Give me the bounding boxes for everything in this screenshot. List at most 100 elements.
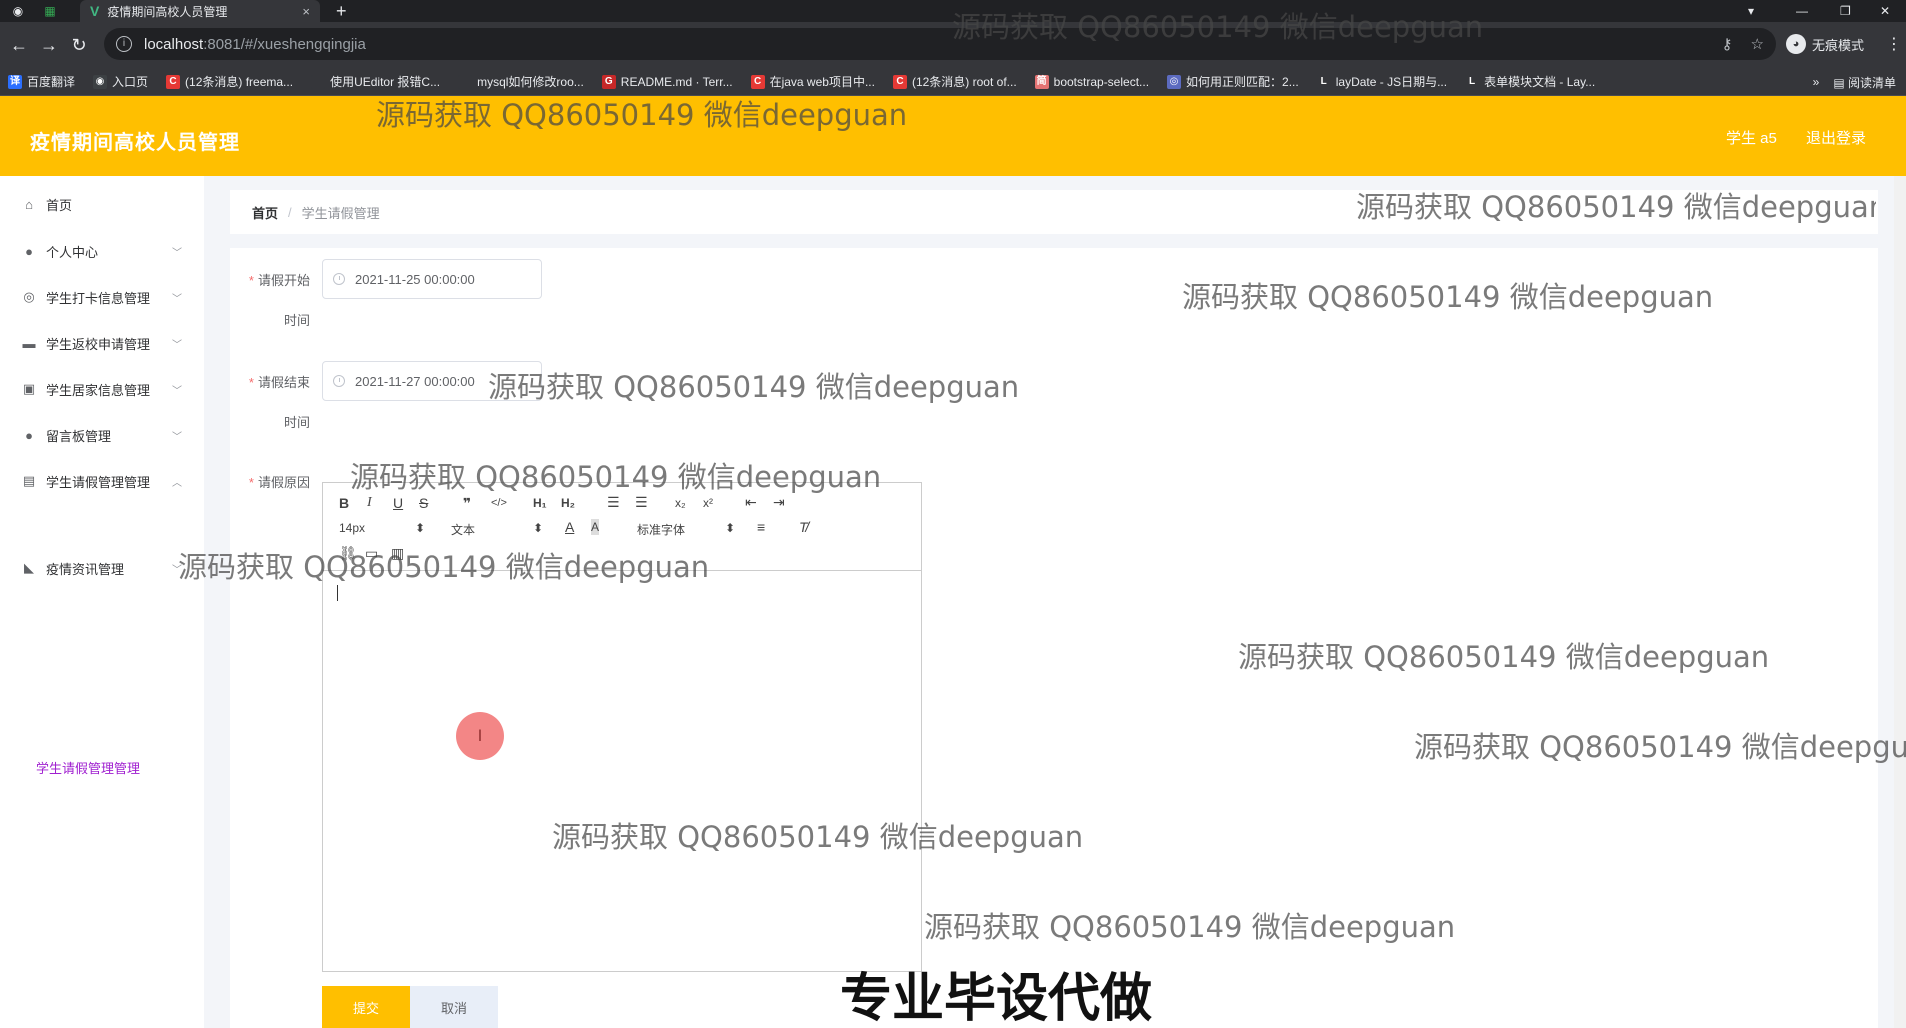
watermark: 源码获取 QQ86050149 微信deepguan: [1414, 730, 1906, 764]
tab-title: 疫情期间高校人员管理: [107, 4, 228, 19]
underline-icon[interactable]: U: [393, 495, 403, 511]
font-color-icon[interactable]: A: [565, 519, 574, 535]
tab-search-icon[interactable]: ▾: [1748, 0, 1754, 22]
bookmark-item[interactable]: G README.md · Terr...: [601, 74, 733, 89]
bookmark-label: 在java web项目中...: [769, 75, 875, 89]
sidebar-item-label: 学生返校申请管理: [46, 336, 151, 352]
font-size-select[interactable]: 14px ⬍: [339, 521, 425, 535]
app-title: 疫情期间高校人员管理: [30, 132, 240, 154]
incognito-indicator[interactable]: ◕ 无痕模式: [1786, 34, 1864, 54]
bookmarks-more-icon[interactable]: »: [1813, 75, 1820, 89]
select-arrows-icon: ⬍: [724, 521, 735, 535]
bullet-list-icon[interactable]: ☰: [635, 494, 648, 510]
url-path: :8081/#/xueshengqingjia: [203, 35, 366, 53]
restore-icon[interactable]: ❐: [1840, 0, 1851, 22]
promo-watermark: 专业毕设代做: [840, 969, 1153, 1028]
clipboard-icon: ▤: [22, 473, 36, 488]
back-icon[interactable]: ←: [4, 35, 34, 56]
bookmark-item[interactable]: mysql如何修改roo...: [458, 73, 584, 90]
reading-list-link[interactable]: ▤ 阅读清单: [1833, 74, 1896, 91]
watermark: 源码获取 QQ86050149 微信deepguan: [1238, 640, 1770, 674]
bookmark-favicon-icon: ◎: [1167, 74, 1182, 89]
chart-icon: ▣: [22, 381, 36, 396]
bookmark-label: 入口页: [112, 75, 149, 89]
window-close-icon[interactable]: ✕: [1880, 0, 1890, 22]
bookmark-item[interactable]: 译百度翻译: [8, 73, 75, 90]
incognito-label: 无痕模式: [1812, 37, 1865, 53]
bookmark-item[interactable]: ◉ 入口页: [93, 73, 148, 90]
bold-icon[interactable]: B: [339, 495, 349, 511]
heading2-icon[interactable]: H₂: [561, 495, 575, 511]
site-info-icon[interactable]: i: [116, 36, 132, 52]
pinned-tab-sheet-icon[interactable]: ▦: [40, 2, 60, 20]
address-bar[interactable]: i localhost :8081/#/xueshengqingjia ⚷ ☆: [104, 28, 1776, 60]
select-arrows-icon: ⬍: [414, 521, 425, 535]
minimize-icon[interactable]: —: [1796, 0, 1808, 22]
submenu-item-leave-management[interactable]: 学生请假管理管理: [36, 758, 140, 777]
bookmark-item[interactable]: L 表单模块文档 - Lay...: [1465, 73, 1595, 90]
forward-icon[interactable]: →: [34, 35, 64, 56]
bookmark-favicon-icon: C: [166, 74, 181, 89]
text-caret: [337, 585, 338, 601]
submit-button[interactable]: 提交: [322, 986, 410, 1028]
required-mark: *: [248, 375, 254, 390]
logout-link[interactable]: 退出登录: [1806, 127, 1866, 148]
sidebar: 学生请假管理管理 ⌂ 首页 ● 个人中心 ﹀ ◎ 学生打卡信息管理 ﹀ ▬ 学生返校申请管理 ﹀ ▣ 学…: [0, 176, 204, 1028]
bookmark-favicon-icon: G: [601, 74, 616, 89]
bulb-icon: ●: [25, 427, 33, 443]
app-header: 疫情期间高校人员管理 学生 a5 退出登录: [0, 96, 1906, 176]
bookmark-item[interactable]: 使用UEditor 报错C...: [311, 73, 440, 90]
chevron-down-icon: ﹀: [172, 431, 182, 443]
sidebar-item[interactable]: ◣ 疫情资讯管理 ﹀: [0, 540, 204, 596]
current-user: 学生 a5: [1726, 130, 1777, 147]
background-color-icon[interactable]: A: [591, 519, 600, 535]
outdent-icon[interactable]: ⇤: [745, 494, 757, 510]
indent-icon[interactable]: ⇥: [773, 494, 785, 510]
subscript-icon[interactable]: x₂: [675, 495, 686, 511]
ordered-list-icon[interactable]: ☰: [607, 494, 620, 510]
key-icon[interactable]: ⚷: [1722, 35, 1733, 53]
target-icon: ◎: [23, 289, 35, 304]
tab-close-icon[interactable]: ×: [302, 4, 310, 19]
bookmark-item[interactable]: C (12条消息) root of...: [892, 73, 1017, 90]
start-time-label-line2: 时间: [283, 313, 310, 328]
new-tab-button[interactable]: +: [336, 0, 347, 22]
strikethrough-icon[interactable]: S: [419, 495, 428, 511]
bookmark-label: bootstrap-select...: [1053, 74, 1150, 89]
bookmark-item[interactable]: C 在java web项目中...: [750, 73, 875, 90]
sidebar-item[interactable]: ▤ 学生请假管理管理 ︿: [0, 453, 204, 509]
bookmark-item[interactable]: 简 bootstrap-select...: [1034, 74, 1150, 89]
bookmark-favicon-icon: L: [1465, 74, 1480, 89]
bookmark-label: 表单模块文档 - Lay...: [1484, 75, 1596, 89]
pinned-tab-icon[interactable]: ◉: [8, 2, 28, 20]
mouse-cursor-indicator: Ⅰ: [456, 712, 504, 760]
align-icon[interactable]: ≡: [757, 519, 765, 535]
blockquote-icon[interactable]: ❞: [463, 495, 471, 511]
browser-tab-active[interactable]: V 疫情期间高校人员管理 ×: [80, 0, 320, 22]
heading1-icon[interactable]: H₁: [533, 495, 547, 511]
text-type-select[interactable]: 文本 ⬍: [451, 521, 543, 538]
select-arrows-icon: ⬍: [532, 521, 543, 535]
code-block-icon[interactable]: </>: [491, 495, 507, 511]
start-time-picker[interactable]: 2021-11-25 00:00:00: [322, 259, 542, 299]
bookmark-item[interactable]: LlayDate - JS日期与...: [1316, 73, 1448, 90]
reload-icon[interactable]: ↻: [64, 35, 94, 56]
superscript-icon[interactable]: x²: [703, 495, 713, 511]
breadcrumb-home[interactable]: 首页: [252, 203, 278, 222]
bookmark-label: layDate - JS日期与...: [1335, 75, 1448, 89]
megaphone-icon: ◣: [24, 560, 34, 575]
bookmark-item[interactable]: ◎ 如何用正则匹配：2...: [1167, 73, 1299, 90]
bookmark-star-icon[interactable]: ☆: [1751, 35, 1764, 53]
page-scrollbar[interactable]: [1894, 176, 1906, 1028]
clock-icon: [333, 375, 345, 387]
italic-icon[interactable]: I: [367, 495, 372, 511]
font-family-select[interactable]: 标准字体 ⬍: [637, 521, 735, 538]
bookmark-item[interactable]: C (12条消息) freema...: [166, 73, 293, 90]
clear-format-icon[interactable]: T̸: [799, 519, 808, 535]
watermark: 源码获取 QQ86050149 微信deepguan: [1182, 280, 1714, 314]
browser-menu-icon[interactable]: ⋮: [1886, 34, 1902, 54]
bookmark-label: (12条消息) freema...: [185, 75, 294, 89]
cancel-button[interactable]: 取消: [410, 986, 498, 1028]
sidebar-item-label: 首页: [46, 197, 73, 213]
chevron-down-icon: ﹀: [172, 339, 182, 351]
